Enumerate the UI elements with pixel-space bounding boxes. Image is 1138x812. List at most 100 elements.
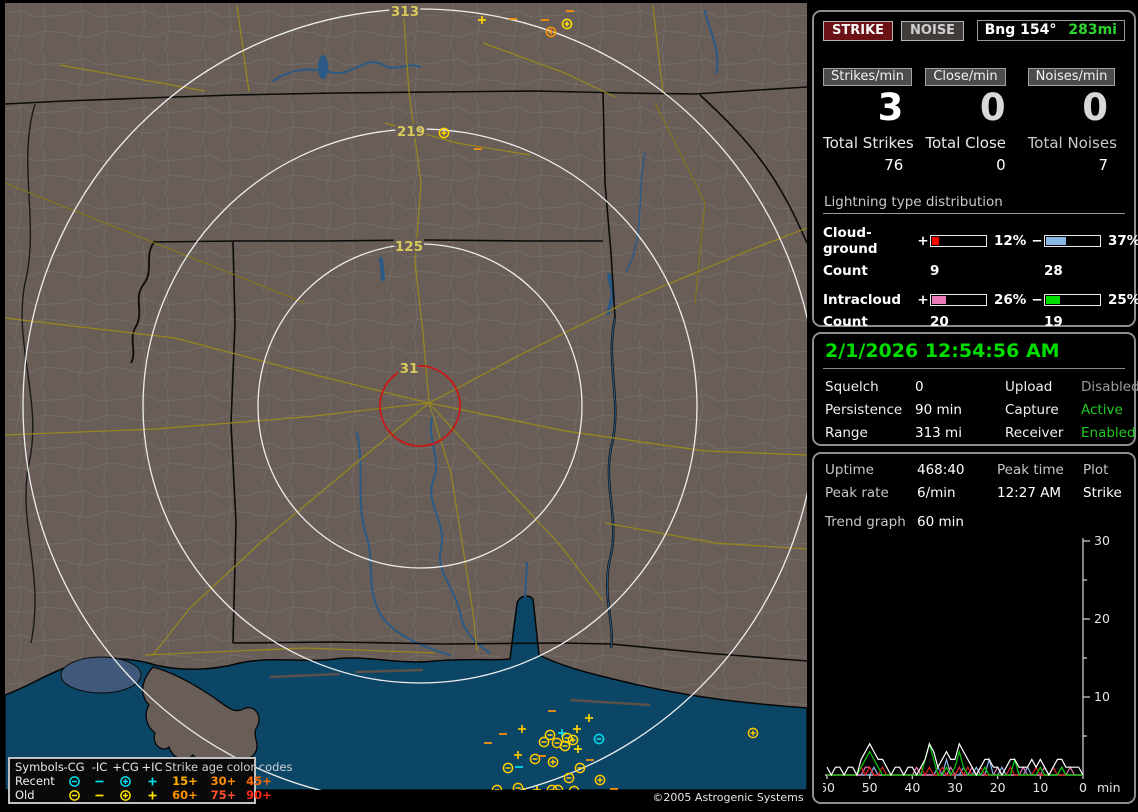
range-label: Range	[825, 425, 868, 441]
range-ring-label: 31	[400, 361, 419, 377]
svg-text:60: 60	[823, 780, 835, 795]
ic-negative-pct: 25%	[1108, 292, 1138, 308]
trend-graph-label: Trend graph	[825, 514, 906, 530]
bearing-value: Bng 154°	[984, 22, 1057, 38]
peak-time-value: 12:27 AM	[997, 485, 1062, 501]
svg-text:10: 10	[1094, 689, 1110, 704]
peak-rate-value: 6/min	[917, 485, 956, 501]
uptime-value: 468:40	[917, 462, 965, 478]
total-noises-label: Total Noises	[1027, 134, 1117, 152]
strike-mode-button[interactable]: STRIKE	[823, 20, 894, 41]
cg-positive-pct: 12%	[994, 233, 1027, 249]
trend-panel: Uptime 468:40 Peak time Plot Peak rate 6…	[812, 452, 1136, 804]
cloud-ground-label: Cloud-ground	[823, 225, 878, 257]
distribution-header: Lightning type distribution	[823, 194, 1125, 214]
legend-row-old: Old	[15, 788, 35, 802]
range-ring-label: 313	[391, 4, 419, 20]
svg-text:30: 30	[947, 780, 963, 795]
legend-col-pos-ic: +IC	[141, 760, 163, 774]
ic-negative-bar	[1044, 294, 1101, 306]
recent-minus-icon	[87, 775, 112, 788]
noises-rate: 0	[1082, 86, 1108, 129]
old-plus-icon	[139, 789, 165, 802]
age-code: 90+	[246, 788, 272, 802]
range-value: 313 mi	[915, 425, 962, 441]
age-code: 30+	[210, 774, 237, 788]
svg-text:min: min	[1097, 780, 1121, 795]
map-canvas: 313 219 125 31	[5, 3, 807, 790]
receiver-status: Enabled	[1081, 425, 1136, 441]
svg-text:0: 0	[1079, 780, 1087, 795]
recent-circle-minus-icon	[61, 775, 87, 788]
status-panel: 2/1/2026 12:54:56 AM Squelch 0 Upload Di…	[812, 332, 1138, 446]
radar-map: 313 219 125 31	[5, 3, 807, 790]
strike-symbol	[148, 791, 156, 799]
noises-per-min-button[interactable]: Noises/min	[1027, 68, 1116, 86]
cg-positive-count: 9	[930, 263, 940, 279]
cg-count-label: Count	[823, 263, 868, 279]
stats-panel: STRIKE NOISE Bng 154° 283mi Strikes/min …	[812, 10, 1138, 330]
bearing-display: Bng 154° 283mi	[976, 20, 1125, 41]
cg-negative-count: 28	[1044, 263, 1063, 279]
range-ring-label: 125	[395, 239, 423, 255]
strikes-rate: 3	[877, 86, 904, 129]
svg-text:10: 10	[1032, 780, 1048, 795]
range-ring-label: 219	[397, 124, 425, 140]
legend-col-pos-cg: +CG	[112, 760, 139, 774]
receiver-label: Receiver	[1005, 425, 1064, 441]
nexstorm-app: { "map": { "ring_labels": ["313", "219",…	[0, 0, 1138, 812]
squelch-label: Squelch	[825, 379, 879, 395]
noise-mode-button[interactable]: NOISE	[901, 20, 965, 41]
ic-positive-count: 20	[930, 314, 949, 330]
age-code: 75+	[210, 788, 237, 802]
recent-plus-icon	[139, 775, 165, 788]
capture-status: Active	[1081, 402, 1123, 418]
copyright-notice: ©2005 Astrogenic Systems	[648, 790, 808, 807]
strikes-counter: Strikes/min 3 Total Strikes 76	[823, 65, 920, 174]
ic-positive-pct: 26%	[994, 292, 1027, 308]
lake-pontchartrain	[60, 656, 142, 694]
svg-text:50: 50	[862, 780, 878, 795]
total-close-value: 0	[996, 156, 1006, 174]
upload-status: Disabled	[1081, 379, 1138, 395]
peak-time-label: Peak time	[997, 462, 1064, 478]
distance-value: 283mi	[1068, 22, 1117, 38]
cg-positive-bar	[930, 235, 987, 247]
trend-graph: 10 20 30 60 50 40 30 20 10 0 min	[823, 533, 1121, 795]
svg-text:20: 20	[990, 780, 1006, 795]
intracloud-label: Intracloud	[823, 292, 902, 308]
age-code: 45+	[246, 774, 272, 788]
cg-negative-pct: 37%	[1108, 233, 1138, 249]
svg-text:40: 40	[904, 780, 920, 795]
strike-symbol	[68, 789, 80, 801]
datetime-display: 2/1/2026 12:54:56 AM	[823, 339, 1125, 369]
svg-text:20: 20	[1094, 611, 1110, 626]
legend-col-neg-cg: -CG	[63, 760, 85, 774]
strikes-per-min-button[interactable]: Strikes/min	[823, 68, 913, 86]
lightning-distribution: Lightning type distribution Cloud-ground…	[823, 194, 1138, 330]
svg-text:30: 30	[1094, 533, 1110, 548]
legend-row-recent: Recent	[15, 774, 55, 788]
legend-symbols-header: Symbols	[15, 760, 64, 774]
capture-label: Capture	[1005, 402, 1059, 418]
total-strikes-label: Total Strikes	[823, 134, 914, 152]
close-per-min-button[interactable]: Close/min	[925, 68, 1006, 86]
strike-symbol	[148, 777, 156, 785]
persistence-value: 90 min	[915, 402, 962, 418]
plot-value: Strike	[1083, 485, 1122, 501]
persistence-label: Persistence	[825, 402, 903, 418]
recent-circle-plus-icon	[112, 775, 139, 788]
close-rate: 0	[979, 86, 1006, 129]
strike-symbol	[120, 775, 131, 787]
plot-label: Plot	[1083, 462, 1109, 478]
legend-age-header: Strike age color codes	[165, 760, 293, 774]
ic-negative-count: 19	[1044, 314, 1063, 330]
map-legend: Symbols -CG -IC +CG +IC Strike age color…	[8, 757, 293, 804]
old-circle-plus-icon	[112, 789, 139, 802]
strike-symbol	[120, 789, 131, 801]
uptime-label: Uptime	[825, 462, 874, 478]
cg-negative-bar	[1044, 235, 1101, 247]
strike-symbol	[68, 775, 80, 787]
old-circle-minus-icon	[61, 789, 87, 802]
age-code: 15+	[172, 774, 198, 788]
